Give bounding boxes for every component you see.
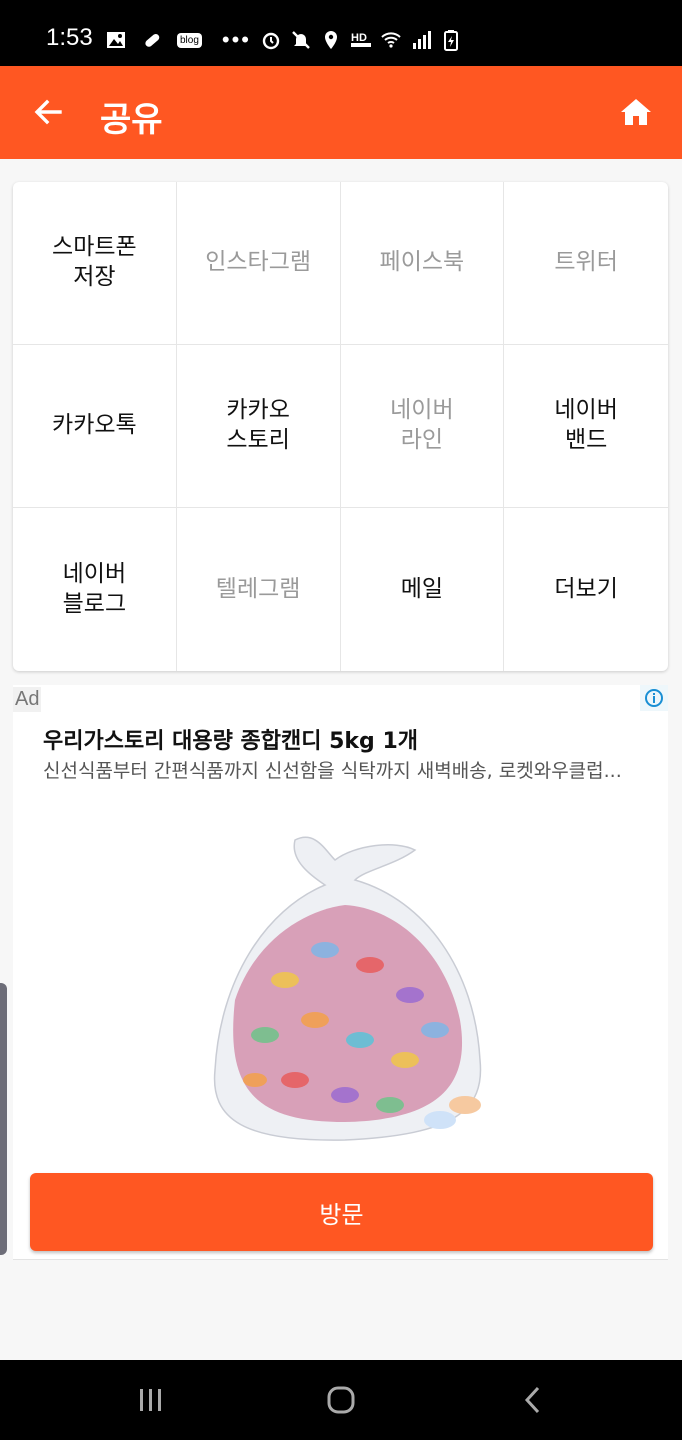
signal-icon <box>413 31 431 49</box>
status-time: 1:53 <box>46 24 93 51</box>
alarm-icon <box>262 32 280 50</box>
home-nav-icon[interactable] <box>323 1382 359 1418</box>
battery-charging-icon <box>444 30 458 51</box>
svg-text:HD: HD <box>351 32 367 44</box>
ad-headline[interactable]: 우리가스토리 대용량 종합캔디 5kg 1개 <box>43 723 418 755</box>
home-icon[interactable] <box>618 94 654 130</box>
share-option[interactable]: 카카오 스토리 <box>176 345 341 508</box>
location-icon <box>325 31 337 49</box>
share-options-grid: 스마트폰 저장 인스타그램 페이스북 트위터 카카오톡 카카오 스토리 네이버 라인 네이버 … <box>13 182 668 671</box>
candy-bag-image[interactable] <box>195 830 495 1150</box>
info-icon <box>645 689 663 707</box>
page-title: 공유 <box>100 100 163 140</box>
blog-icon: blog <box>177 32 202 48</box>
visit-button[interactable]: 방문 <box>30 1173 653 1251</box>
app-bar: 공유 <box>0 66 682 159</box>
gallery-icon <box>107 32 125 48</box>
share-option[interactable]: 네이버 블로그 <box>13 508 177 671</box>
share-option[interactable]: 인스타그램 <box>176 182 341 345</box>
notification-icons: blog ••• <box>105 27 251 53</box>
arrow-left-icon[interactable] <box>30 94 66 130</box>
share-option[interactable]: 텔레그램 <box>177 508 341 671</box>
ad-info-icon[interactable] <box>640 685 668 711</box>
mute-icon <box>292 31 310 49</box>
more-notifications-icon: ••• <box>221 27 252 52</box>
share-option[interactable]: 페이스북 <box>340 182 505 345</box>
share-option[interactable]: 트위터 <box>504 182 668 345</box>
system-icons: HD <box>260 27 462 53</box>
ad-card[interactable]: Ad 우리가스토리 대용량 종합캔디 5kg 1개 신선식품부터 간편식품까지 … <box>13 685 668 1260</box>
share-option[interactable]: 카카오톡 <box>13 345 177 508</box>
share-option[interactable]: 네이버 밴드 <box>504 345 668 508</box>
hd-voice-icon: HD <box>351 32 371 47</box>
pill-icon <box>145 33 160 47</box>
wifi-icon <box>381 32 401 48</box>
edge-panel-handle[interactable] <box>0 983 7 1255</box>
navigation-bar <box>0 1360 682 1440</box>
share-option[interactable]: 더보기 <box>504 508 668 671</box>
share-option[interactable]: 스마트폰 저장 <box>13 182 177 345</box>
status-bar: 1:53 blog ••• HD <box>0 0 682 66</box>
ad-label: Ad <box>13 687 42 712</box>
share-option[interactable]: 메일 <box>341 508 505 671</box>
ad-description: 신선식품부터 간편식품까지 신선함을 식탁까지 새벽배송, 로켓와우클럽... <box>43 760 622 782</box>
back-nav-icon[interactable] <box>515 1382 551 1418</box>
share-option[interactable]: 네이버 라인 <box>340 345 505 508</box>
recent-apps-icon[interactable] <box>133 1382 169 1418</box>
